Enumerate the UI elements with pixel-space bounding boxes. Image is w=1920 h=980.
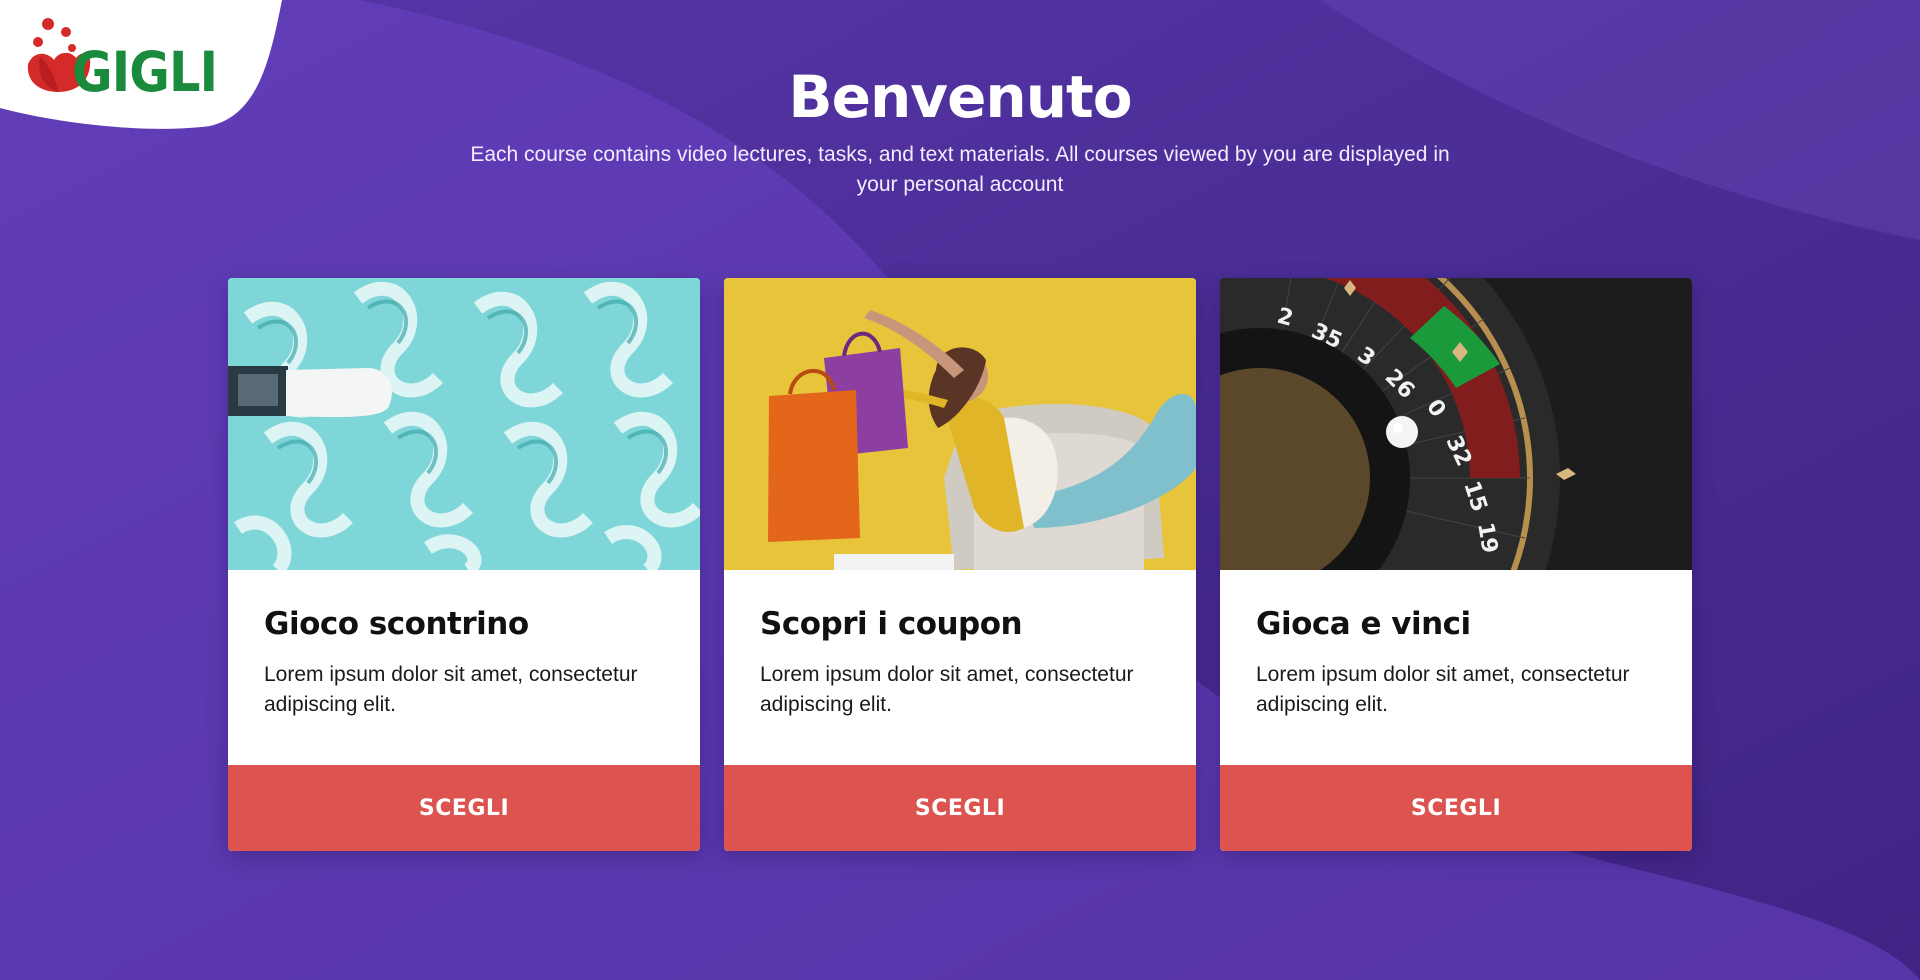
svg-text:19: 19	[1472, 521, 1502, 556]
card-grid: Gioco scontrino Lorem ipsum dolor sit am…	[228, 278, 1692, 851]
card-description: Lorem ipsum dolor sit amet, consectetur …	[760, 663, 1134, 716]
card-gioco-scontrino: Gioco scontrino Lorem ipsum dolor sit am…	[228, 278, 700, 851]
page-title: Benvenuto	[788, 63, 1132, 131]
choose-button[interactable]: SCEGLI	[724, 765, 1196, 851]
card-description: Lorem ipsum dolor sit amet, consectetur …	[264, 663, 638, 716]
choose-button[interactable]: SCEGLI	[228, 765, 700, 851]
shopping-woman-image	[724, 278, 1196, 570]
card-title: Gioca e vinci	[1256, 606, 1471, 642]
choose-button[interactable]: SCEGLI	[1220, 765, 1692, 851]
hero-section: Benvenuto Each course contains video lec…	[0, 62, 1920, 200]
roulette-wheel-image: 2 35 3 26 0 32 15 19	[1220, 278, 1692, 570]
card-title: Scopri i coupon	[760, 606, 1023, 642]
card-scopri-coupon: Scopri i coupon Lorem ipsum dolor sit am…	[724, 278, 1196, 851]
card-description: Lorem ipsum dolor sit amet, consectetur …	[1256, 663, 1630, 716]
page-subtitle: Each course contains video lectures, tas…	[470, 143, 1450, 196]
card-gioca-vinci: 2 35 3 26 0 32 15 19 Gioca e vinci Lorem…	[1220, 278, 1692, 851]
card-title: Gioco scontrino	[264, 606, 529, 642]
receipt-paper-image	[228, 278, 700, 570]
